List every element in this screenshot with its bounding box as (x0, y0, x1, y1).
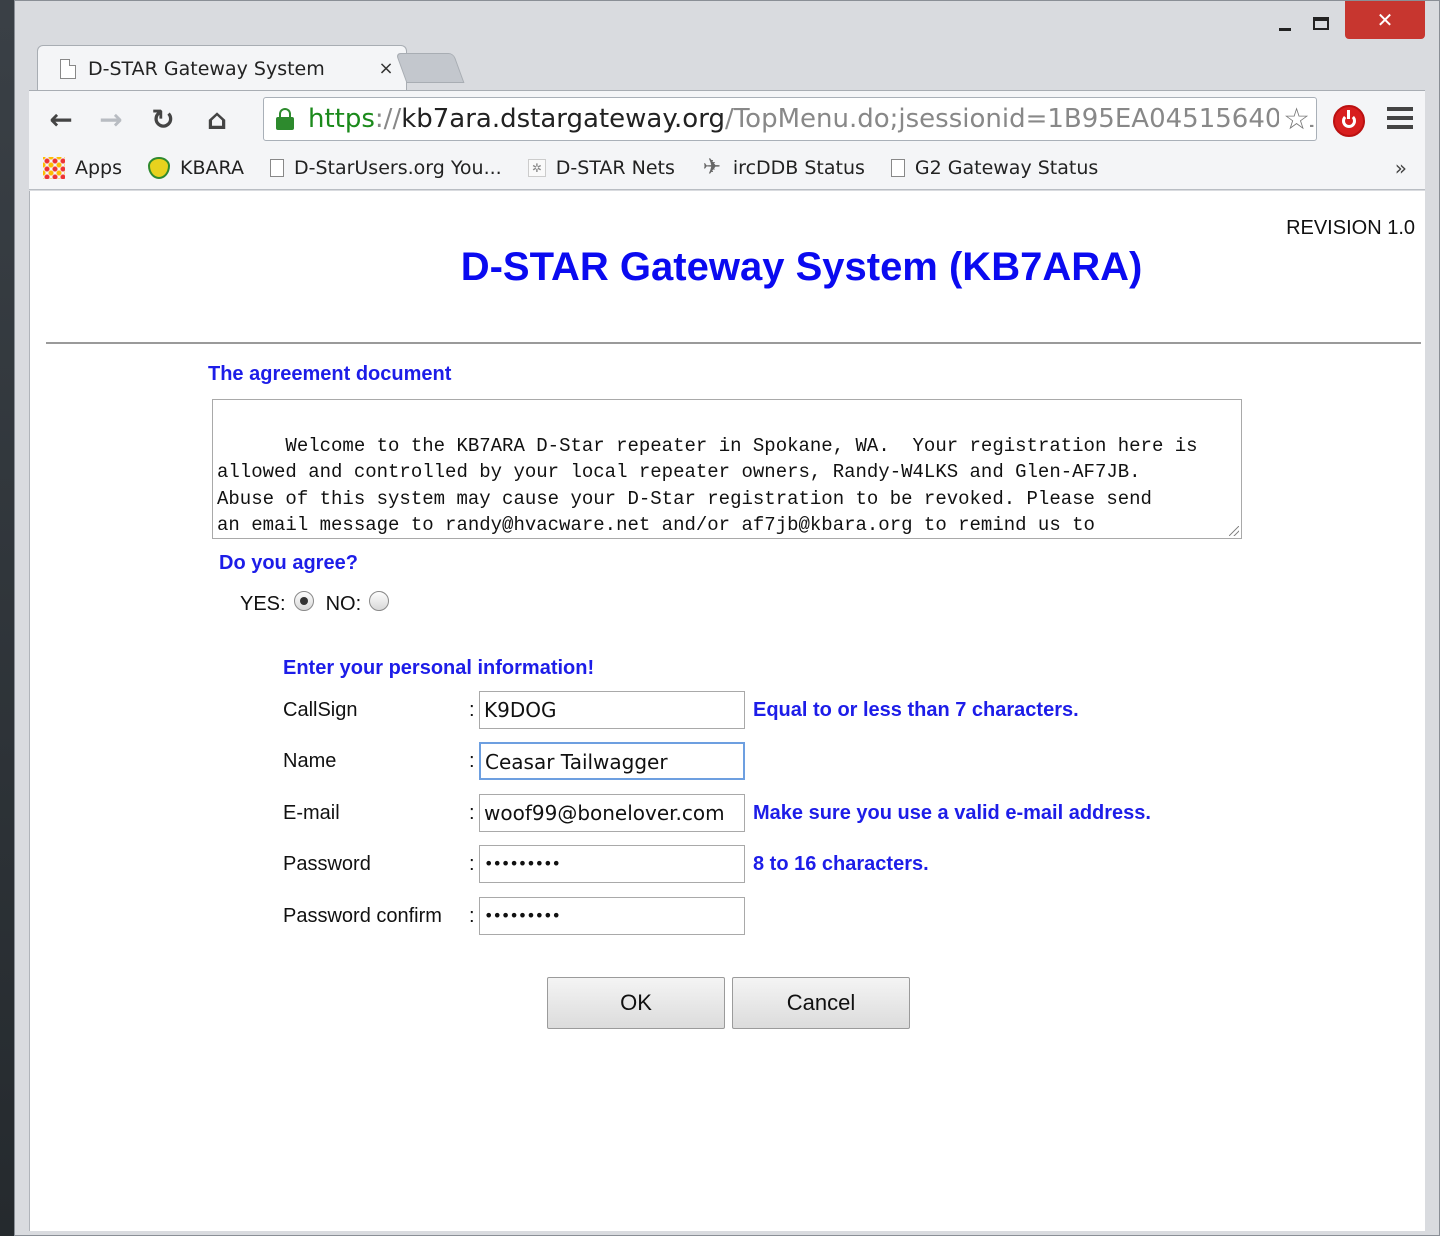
cancel-button[interactable]: Cancel (732, 977, 910, 1029)
bookmark-label: ircDDB Status (732, 156, 865, 179)
password-confirm-input[interactable]: ••••••••• (479, 897, 745, 935)
password-label: Password (283, 852, 371, 875)
ok-button[interactable]: OK (547, 977, 725, 1029)
agreement-text: Welcome to the KB7ARA D-Star repeater in… (217, 434, 1198, 537)
colon: : (469, 904, 475, 927)
colon: : (469, 749, 475, 772)
page-content: REVISION 1.0 D-STAR Gateway System (KB7A… (29, 191, 1425, 1231)
address-bar[interactable]: https://kb7ara.dstargateway.org/TopMenu.… (263, 97, 1317, 141)
browser-tab[interactable]: D-STAR Gateway System × (37, 45, 407, 91)
url-separator: :// (374, 104, 402, 134)
bookmark-kbara[interactable]: KBARA (148, 156, 244, 179)
name-row: Name : Ceasar Tailwagger (283, 742, 745, 780)
colon: : (469, 852, 475, 875)
password-confirm-label: Password confirm (283, 904, 442, 927)
bookmark-dstarusers[interactable]: D-StarUsers.org You... (269, 156, 502, 179)
bookmark-label: KBARA (180, 156, 244, 179)
callsign-row: CallSign : K9DOG Equal to or less than 7… (283, 691, 1079, 729)
page-icon (60, 58, 76, 79)
callsign-input[interactable]: K9DOG (479, 691, 745, 729)
callsign-hint: Equal to or less than 7 characters. (753, 698, 1079, 721)
back-arrow-icon[interactable]: ← (43, 101, 79, 137)
bookmarks-bar: Apps KBARA D-StarUsers.org You... ✲ D-STA… (29, 146, 1425, 190)
revision-label: REVISION 1.0 (1286, 217, 1415, 239)
agreement-heading: The agreement document (208, 363, 452, 385)
reload-icon[interactable]: ↻ (145, 101, 181, 137)
email-hint: Make sure you use a valid e-mail address… (753, 801, 1151, 824)
password-input[interactable]: ••••••••• (479, 845, 745, 883)
yes-label: YES: (240, 592, 286, 615)
bookmarks-overflow-icon[interactable]: » (1395, 156, 1407, 180)
bookmark-star-icon[interactable]: ☆ (1279, 102, 1310, 137)
bookmark-dstar-nets[interactable]: ✲ D-STAR Nets (527, 156, 675, 179)
window-controls: ✕ (1267, 1, 1425, 47)
close-window-button[interactable]: ✕ (1345, 1, 1425, 39)
browser-window: ✕ D-STAR Gateway System × ← → ↻ ⌂ https:… (14, 0, 1440, 1236)
callsign-label: CallSign (283, 698, 358, 721)
agree-question: Do you agree? (219, 552, 358, 574)
nets-icon: ✲ (527, 158, 546, 177)
minimize-icon (1279, 27, 1291, 31)
agreement-textarea[interactable]: Welcome to the KB7ARA D-Star repeater in… (212, 399, 1242, 539)
document-icon (269, 158, 284, 177)
personal-info-heading: Enter your personal information! (283, 657, 595, 679)
colon: : (469, 698, 475, 721)
shield-icon (148, 156, 171, 179)
extension-power-icon[interactable] (1333, 105, 1365, 137)
page-icon (890, 158, 905, 177)
bookmark-apps[interactable]: Apps (43, 156, 123, 179)
email-label: E-mail (283, 801, 340, 824)
bookmark-ircddb-status[interactable]: ✈ ircDDB Status (701, 154, 865, 180)
page-title: D-STAR Gateway System (KB7ARA) (460, 245, 1143, 289)
url-path: /TopMenu.do;jsessionid=1B95EA04515640A1( (724, 104, 1317, 134)
email-row: E-mail : woof99@bonelover.com Make sure … (283, 794, 1151, 832)
desktop-background (0, 0, 14, 1236)
lock-icon (276, 108, 294, 130)
new-tab-button[interactable] (395, 53, 465, 83)
minimize-button[interactable] (1267, 7, 1303, 39)
name-input[interactable]: Ceasar Tailwagger (479, 742, 745, 780)
divider (46, 342, 1421, 344)
yes-radio[interactable] (293, 591, 314, 611)
bookmark-g2-gateway-status[interactable]: G2 Gateway Status (890, 156, 1099, 179)
bookmark-label: D-StarUsers.org You... (293, 156, 502, 179)
browser-toolbar: ← → ↻ ⌂ https://kb7ara.dstargateway.org /… (29, 90, 1425, 146)
forward-arrow-icon[interactable]: → (93, 101, 129, 137)
email-input[interactable]: woof99@bonelover.com (479, 794, 745, 832)
apps-icon (43, 156, 65, 179)
home-icon[interactable]: ⌂ (199, 101, 235, 137)
url-host: kb7ara.dstargateway.org (401, 104, 725, 134)
menu-hamburger-icon[interactable] (1387, 107, 1413, 134)
no-radio[interactable] (369, 591, 390, 611)
bookmark-label: Apps (75, 156, 123, 179)
resize-grip-icon[interactable] (1229, 526, 1239, 536)
maximize-icon (1313, 16, 1329, 30)
password-hint: 8 to 16 characters. (753, 852, 929, 875)
password-row: Password : ••••••••• 8 to 16 characters. (283, 845, 929, 883)
tab-title: D-STAR Gateway System (88, 57, 325, 80)
bookmark-label: D-STAR Nets (555, 156, 675, 179)
bookmark-label: G2 Gateway Status (914, 156, 1099, 179)
no-label: NO: (325, 592, 362, 615)
name-label: Name (283, 749, 337, 772)
ircddb-icon: ✈ (702, 154, 722, 180)
url-scheme: https (308, 104, 375, 134)
colon: : (469, 801, 475, 824)
agree-radio-group: YES: NO: (240, 591, 401, 617)
password-confirm-row: Password confirm : ••••••••• (283, 897, 745, 935)
maximize-button[interactable] (1303, 7, 1339, 39)
